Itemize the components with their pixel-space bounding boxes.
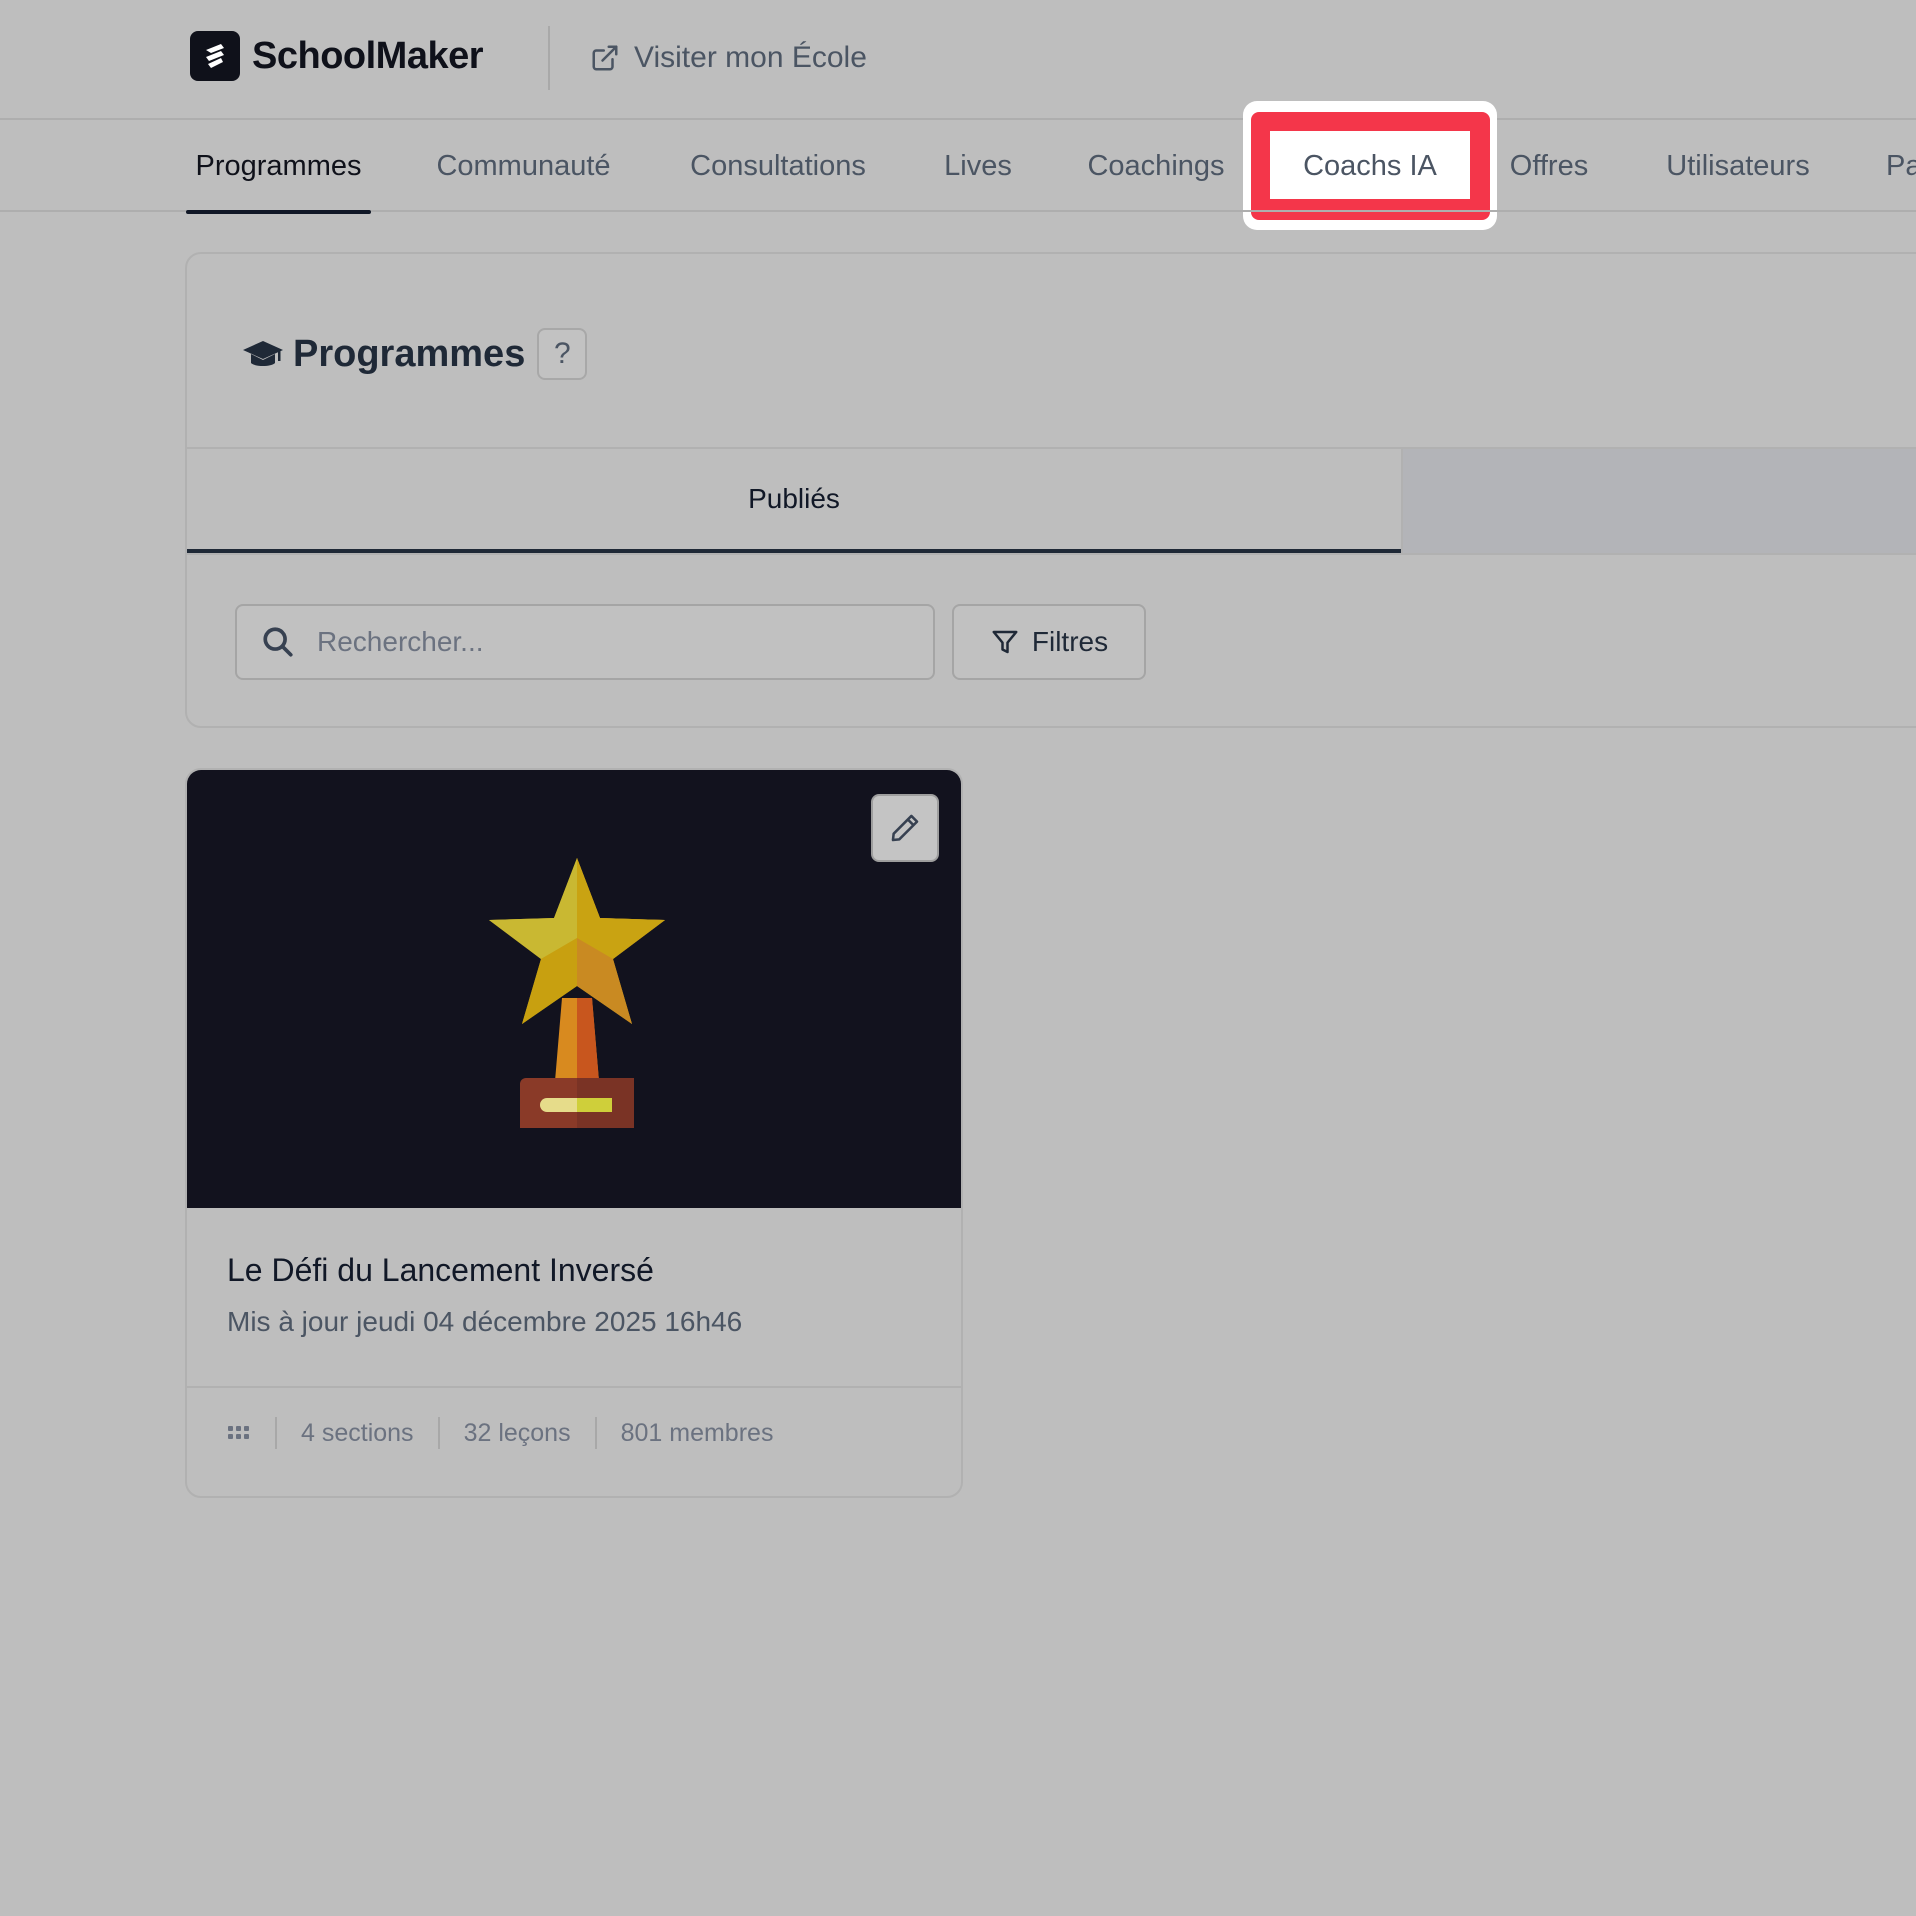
tabs-divider: [187, 553, 1916, 555]
top-header: SchoolMaker Visiter mon École: [0, 0, 1916, 120]
tab-coachings[interactable]: Coachings: [1084, 120, 1228, 212]
program-title[interactable]: Le Défi du Lancement Inversé: [227, 1252, 654, 1289]
search-box[interactable]: [235, 604, 935, 680]
program-stats: 4 sections 32 leçons 801 membres: [227, 1410, 773, 1456]
header-divider: [548, 26, 550, 90]
tab-programmes[interactable]: Programmes: [186, 120, 371, 214]
program-thumbnail[interactable]: [187, 770, 961, 1208]
graduation-cap-icon: [243, 341, 283, 366]
tab-publies[interactable]: Publiés: [187, 449, 1401, 553]
trophy-star-icon: [489, 858, 665, 1128]
page-title: Programmes ?: [243, 326, 588, 382]
external-link-icon: [592, 45, 618, 71]
card-divider: [187, 1386, 961, 1388]
stats-separator: [437, 1417, 440, 1449]
search-input[interactable]: [315, 625, 895, 659]
pencil-icon: [891, 814, 919, 842]
help-button[interactable]: ?: [537, 328, 588, 380]
brand-name: SchoolMaker: [252, 34, 484, 77]
lessons-count: 32 leçons: [463, 1418, 571, 1447]
main-nav: Programmes Communauté Consultations Live…: [0, 120, 1916, 214]
program-card[interactable]: Le Défi du Lancement Inversé Mis à jour …: [185, 768, 963, 1498]
tab-truncated[interactable]: Pa: [1886, 120, 1916, 212]
status-tabs: Publiés: [187, 449, 1916, 553]
stats-separator: [275, 1417, 277, 1449]
tab-lives[interactable]: Lives: [940, 120, 1016, 212]
edit-button[interactable]: [871, 794, 939, 862]
program-updated: Mis à jour jeudi 04 décembre 2025 16h46: [227, 1306, 743, 1337]
sections-count: 4 sections: [301, 1418, 414, 1447]
tab-coachs-ia[interactable]: Coachs IA: [1270, 120, 1470, 212]
brand[interactable]: SchoolMaker: [190, 30, 484, 82]
tab-communaute[interactable]: Communauté: [432, 120, 615, 212]
tab-unpublished[interactable]: [1401, 449, 1916, 553]
tab-consultations[interactable]: Consultations: [684, 120, 872, 212]
filters-label: Filtres: [1031, 626, 1109, 657]
schoolmaker-logo-icon: [190, 31, 240, 81]
visit-school-link[interactable]: Visiter mon École: [590, 36, 867, 80]
search-icon: [263, 627, 293, 657]
members-count: 801 membres: [620, 1418, 774, 1447]
tab-offres[interactable]: Offres: [1506, 120, 1592, 212]
stats-separator: [594, 1417, 597, 1449]
programmes-panel: Programmes ? Publiés Filtres: [185, 252, 1916, 728]
page-title-text: Programmes: [293, 332, 526, 375]
filters-button[interactable]: Filtres: [952, 604, 1146, 680]
grid-icon: [228, 1426, 249, 1439]
tab-utilisateurs[interactable]: Utilisateurs: [1662, 120, 1814, 212]
filter-icon: [992, 630, 1018, 654]
visit-school-label: Visiter mon École: [634, 41, 867, 74]
